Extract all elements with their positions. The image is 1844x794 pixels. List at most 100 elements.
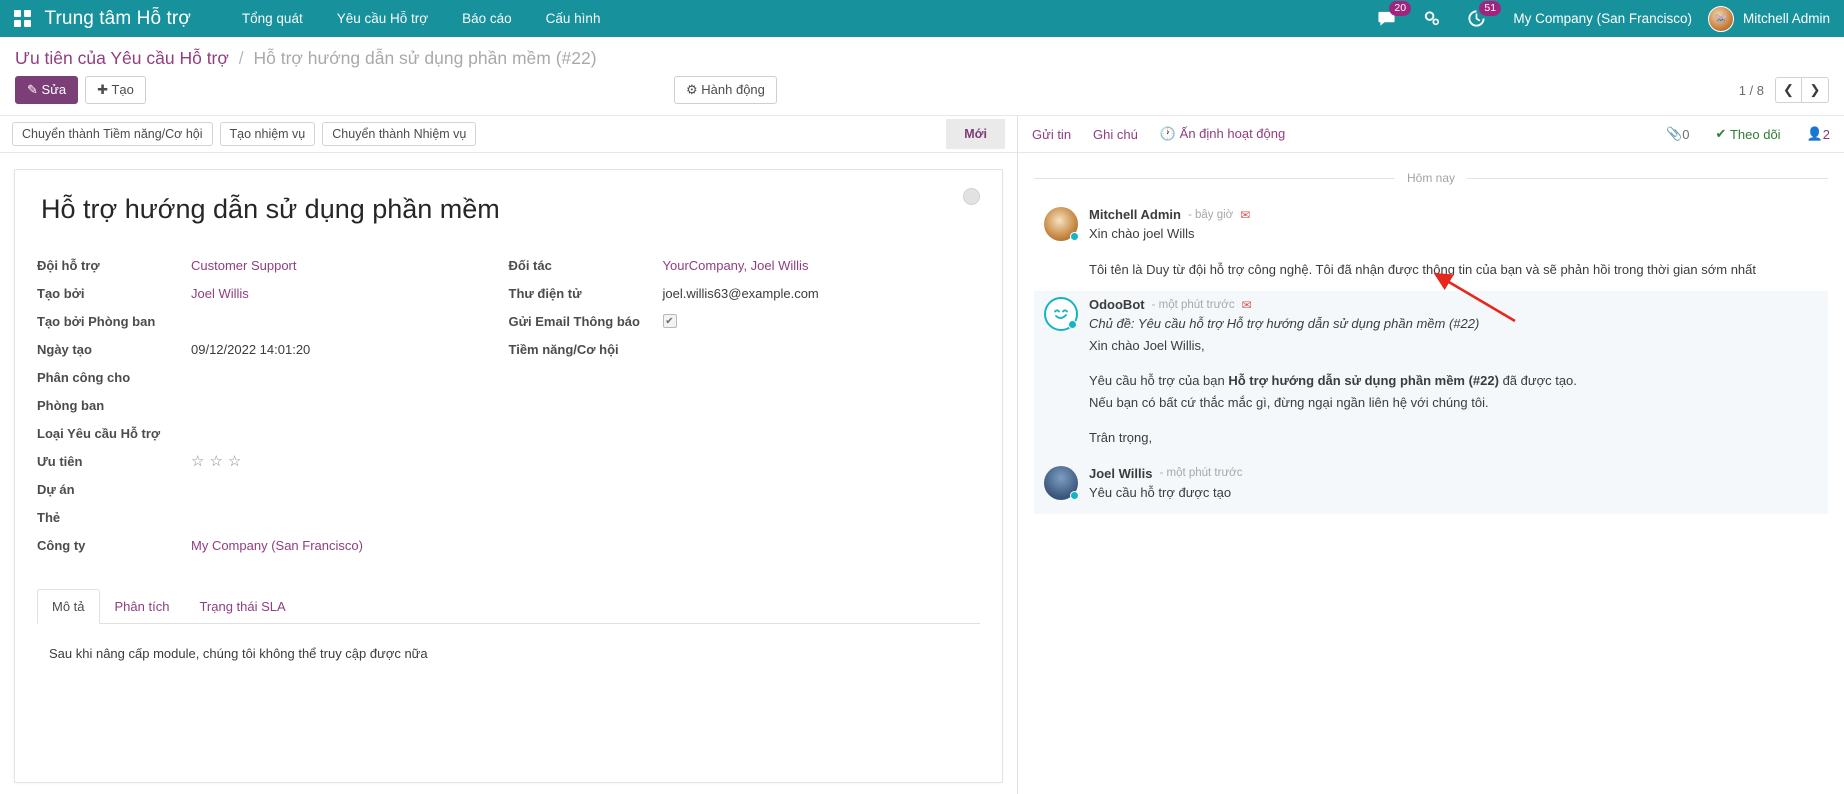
description-text[interactable]: Sau khi nâng cấp module, chúng tôi không… <box>49 646 968 661</box>
convert-to-task-button[interactable]: Chuyển thành Nhiệm vụ <box>322 122 476 146</box>
mitchell-admin-avatar <box>1044 207 1078 241</box>
company-switcher[interactable]: My Company (San Francisco) <box>1513 11 1692 26</box>
create-button[interactable]: ✚ Tạo <box>85 76 146 104</box>
breadcrumb-root-link[interactable]: Ưu tiên của Yêu cầu Hỗ trợ <box>15 48 229 68</box>
field-label-project: Dự án <box>37 477 189 502</box>
field-row-ticket-type: Loại Yêu cầu Hỗ trợ <box>37 419 509 447</box>
priority-stars[interactable]: ☆ ☆ ☆ <box>191 452 241 470</box>
field-row-tags: Thẻ <box>37 503 509 531</box>
kanban-state-circle[interactable] <box>963 188 980 205</box>
message-date: - một phút trước <box>1159 467 1242 479</box>
field-row-department: Phòng ban <box>37 391 509 419</box>
edit-button[interactable]: ✎ Sửa <box>15 76 78 104</box>
message-author[interactable]: Joel Willis <box>1089 466 1152 481</box>
message-author[interactable]: OdooBot <box>1089 297 1145 312</box>
star-icon-3[interactable]: ☆ <box>228 452 241 470</box>
field-value-helpdesk-team[interactable]: Customer Support <box>189 253 297 278</box>
message-body: OdooBot - một phút trước ✉ Chủ đề: Yêu c… <box>1089 297 1818 450</box>
message-line: Nếu bạn có bất cứ thắc mắc gì, đừng ngại… <box>1089 393 1818 413</box>
user-avatar: 🐭 <box>1708 6 1734 32</box>
tab-analysis[interactable]: Phân tích <box>100 589 185 624</box>
field-row-partner: Đối tác YourCompany, Joel Willis <box>509 251 981 279</box>
chatter-thread: Hôm nay Mitchell Admin - bây giờ ✉ Xin c… <box>1018 153 1844 794</box>
schedule-activity-label: Ấn định hoạt động <box>1180 126 1286 141</box>
field-label-lead-opportunity: Tiềm năng/Cơ hội <box>509 337 661 362</box>
bot-status-dot <box>1068 320 1077 329</box>
tab-sla-status[interactable]: Trạng thái SLA <box>184 589 300 624</box>
attachments-button[interactable]: 📎 0 <box>1666 126 1689 142</box>
pager-value: 1 / 8 <box>1739 83 1764 98</box>
messages-menu[interactable]: 20 <box>1377 9 1396 28</box>
log-note-button[interactable]: Ghi chú <box>1093 127 1138 142</box>
schedule-activity-button[interactable]: 🕐 Ấn định hoạt động <box>1160 126 1285 142</box>
followers-button[interactable]: 👤 2 <box>1807 126 1830 142</box>
form-sheet-wrapper: Hỗ trợ hướng dẫn sử dụng phần mềm Đội hỗ… <box>0 153 1017 794</box>
check-icon: ✔ <box>1715 126 1726 142</box>
field-value-company[interactable]: My Company (San Francisco) <box>189 533 363 558</box>
apps-grid-icon[interactable] <box>14 10 31 27</box>
action-menu-button[interactable]: ⚙ Hành động <box>674 76 777 104</box>
message-line-prefix: Yêu cầu hỗ trợ của bạn <box>1089 373 1228 388</box>
tab-description[interactable]: Mô tả <box>37 589 100 624</box>
chevron-right-icon: ❯ <box>1810 82 1821 98</box>
pager-next-button[interactable]: ❯ <box>1802 77 1829 103</box>
activities-badge: 51 <box>1479 1 1501 16</box>
status-badge[interactable]: Mới <box>946 119 1005 149</box>
star-icon-1[interactable]: ☆ <box>191 452 204 470</box>
field-row-priority: Ưu tiên ☆ ☆ ☆ <box>37 447 509 475</box>
nav-menu-configuration[interactable]: Cấu hình <box>529 11 618 26</box>
nav-menu-overview[interactable]: Tổng quát <box>225 11 320 26</box>
create-button-label: Tạo <box>111 82 133 97</box>
app-brand-title[interactable]: Trung tâm Hỗ trợ <box>45 8 191 30</box>
day-separator-line-left <box>1034 178 1395 179</box>
send-message-button[interactable]: Gửi tin <box>1032 127 1071 142</box>
message-line-suffix: đã được tạo. <box>1499 373 1577 388</box>
follow-button[interactable]: ✔ Theo dõi <box>1715 126 1780 142</box>
send-email-notification-checkbox[interactable]: ✔ <box>663 314 677 328</box>
nav-menu-tickets[interactable]: Yêu cầu Hỗ trợ <box>320 11 445 26</box>
form-column-left: Đội hỗ trợ Customer Support Tạo bởi Joel… <box>37 251 509 559</box>
field-label-company: Công ty <box>37 533 189 558</box>
pager-previous-button[interactable]: ❮ <box>1775 77 1802 103</box>
form-column-right: Đối tác YourCompany, Joel Willis Thư điệ… <box>509 251 981 559</box>
day-separator: Hôm nay <box>1034 171 1828 185</box>
message-author[interactable]: Mitchell Admin <box>1089 207 1181 222</box>
field-value-created-by[interactable]: Joel Willis <box>189 281 249 306</box>
field-row-helpdesk-team: Đội hỗ trợ Customer Support <box>37 251 509 279</box>
field-row-created-by-department: Tạo bởi Phòng ban <box>37 307 509 335</box>
convert-to-lead-button[interactable]: Chuyển thành Tiềm năng/Cơ hội <box>12 122 213 146</box>
attachments-count: 0 <box>1682 127 1689 142</box>
control-panel: Ưu tiên của Yêu cầu Hỗ trợ / Hỗ trợ hướn… <box>0 37 1844 116</box>
field-value-department[interactable] <box>189 400 191 410</box>
form-fields: Đội hỗ trợ Customer Support Tạo bởi Joel… <box>37 251 980 559</box>
create-task-button[interactable]: Tạo nhiệm vụ <box>220 122 316 146</box>
nav-menu-reporting[interactable]: Báo cáo <box>445 11 529 26</box>
gear-icon: ⚙ <box>686 82 698 97</box>
pager: 1 / 8 ❮ ❯ <box>1739 77 1829 103</box>
day-separator-label: Hôm nay <box>1395 171 1467 185</box>
message-line-spacer <box>1089 414 1818 428</box>
settings-menu[interactable] <box>1422 9 1441 28</box>
field-value-lead-opportunity[interactable] <box>661 344 663 354</box>
field-row-lead-opportunity: Tiềm năng/Cơ hội <box>509 335 981 363</box>
field-label-tags: Thẻ <box>37 505 189 530</box>
field-value-ticket-type[interactable] <box>189 428 191 438</box>
field-value-created-by-department[interactable] <box>189 316 191 326</box>
field-row-email: Thư điện tử joel.willis63@example.com <box>509 279 981 307</box>
field-value-email[interactable]: joel.willis63@example.com <box>661 281 819 306</box>
user-menu[interactable]: 🐭 Mitchell Admin <box>1708 6 1830 32</box>
user-icon: 👤 <box>1807 126 1823 142</box>
online-status-dot <box>1070 232 1079 241</box>
message-header: Joel Willis - một phút trước <box>1089 466 1818 481</box>
activities-menu[interactable]: 51 <box>1467 9 1486 28</box>
field-row-company: Công ty My Company (San Francisco) <box>37 531 509 559</box>
message-line: Yêu cầu hỗ trợ của bạn Hỗ trợ hướng dẫn … <box>1089 371 1818 391</box>
field-value-project[interactable] <box>189 484 191 494</box>
message-date: - bây giờ <box>1188 209 1233 221</box>
online-status-dot <box>1070 491 1079 500</box>
field-value-partner[interactable]: YourCompany, Joel Willis <box>661 253 809 278</box>
follow-label: Theo dõi <box>1730 127 1781 142</box>
star-icon-2[interactable]: ☆ <box>209 452 222 470</box>
field-value-assigned-to[interactable] <box>189 372 191 382</box>
field-value-tags[interactable] <box>189 512 191 522</box>
